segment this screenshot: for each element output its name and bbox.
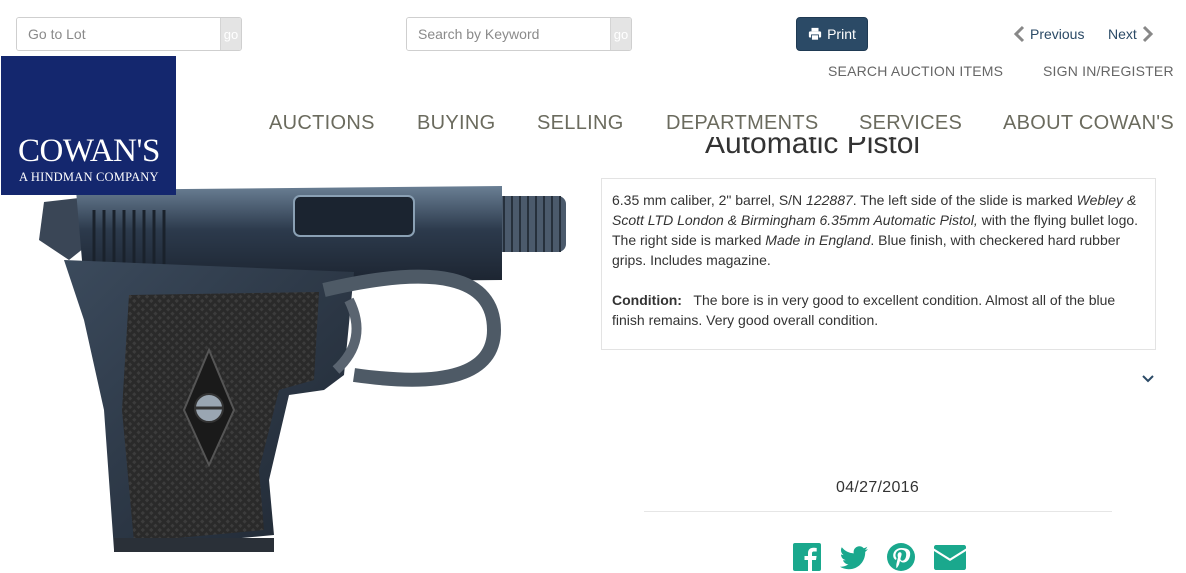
- condition-paragraph: Condition: The bore is in very good to e…: [612, 290, 1145, 330]
- desc-text-1: 6.35 mm caliber, 2" barrel, S/N: [612, 192, 807, 208]
- print-button[interactable]: Print: [796, 17, 868, 51]
- keyword-search-box: go: [406, 17, 632, 51]
- previous-lot-link[interactable]: Previous: [1013, 24, 1084, 44]
- next-label: Next: [1108, 26, 1137, 42]
- chevron-right-icon: [1142, 25, 1153, 43]
- nav-auctions[interactable]: AUCTIONS: [269, 112, 375, 135]
- nav-about-cowans[interactable]: ABOUT COWAN'S: [1003, 112, 1174, 135]
- nav-buying[interactable]: BUYING: [417, 112, 495, 135]
- next-lot-link[interactable]: Next: [1108, 24, 1154, 44]
- go-to-lot-input[interactable]: [17, 18, 220, 50]
- email-icon[interactable]: [933, 542, 967, 572]
- description-paragraph: 6.35 mm caliber, 2" barrel, S/N 122887. …: [612, 190, 1145, 270]
- keyword-search-button[interactable]: go: [610, 18, 631, 50]
- lot-title-text: Automatic Pistol: [705, 137, 921, 160]
- pistol-photo: [39, 186, 566, 552]
- print-label: Print: [827, 26, 856, 42]
- go-to-lot-box: go: [16, 17, 242, 51]
- desc-text-2: . The left side of the slide is marked: [852, 192, 1077, 208]
- previous-label: Previous: [1030, 26, 1085, 42]
- divider: [644, 511, 1112, 512]
- serial-number: 122887: [806, 192, 853, 208]
- social-share-bar: [792, 542, 967, 572]
- pinterest-icon[interactable]: [886, 542, 916, 572]
- condition-text: The bore is in very good to excellent co…: [612, 292, 1116, 328]
- nav-services[interactable]: SERVICES: [859, 112, 962, 135]
- search-auction-items-link[interactable]: SEARCH AUCTION ITEMS: [828, 63, 1003, 79]
- go-to-lot-button[interactable]: go: [220, 18, 241, 50]
- condition-label: Condition:: [612, 292, 682, 308]
- logo-subtitle: A HINDMAN COMPANY: [19, 170, 159, 184]
- chevron-down-icon[interactable]: [1141, 372, 1155, 386]
- nav-selling[interactable]: SELLING: [537, 112, 624, 135]
- printer-icon: [808, 27, 822, 41]
- facebook-icon[interactable]: [792, 542, 822, 572]
- right-slide-marking: Made in England: [765, 232, 871, 248]
- chevron-left-icon: [1013, 25, 1025, 43]
- lot-title: Automatic Pistol: [705, 137, 920, 164]
- keyword-search-input[interactable]: [407, 18, 610, 50]
- nav-departments[interactable]: DEPARTMENTS: [666, 112, 819, 135]
- sign-in-register-link[interactable]: SIGN IN/REGISTER: [1043, 63, 1174, 79]
- main-nav: AUCTIONS BUYING SELLING DEPARTMENTS SERV…: [0, 112, 1186, 140]
- twitter-icon[interactable]: [839, 542, 869, 572]
- auction-date: 04/27/2016: [836, 479, 920, 496]
- lot-description: 6.35 mm caliber, 2" barrel, S/N 122887. …: [601, 178, 1156, 350]
